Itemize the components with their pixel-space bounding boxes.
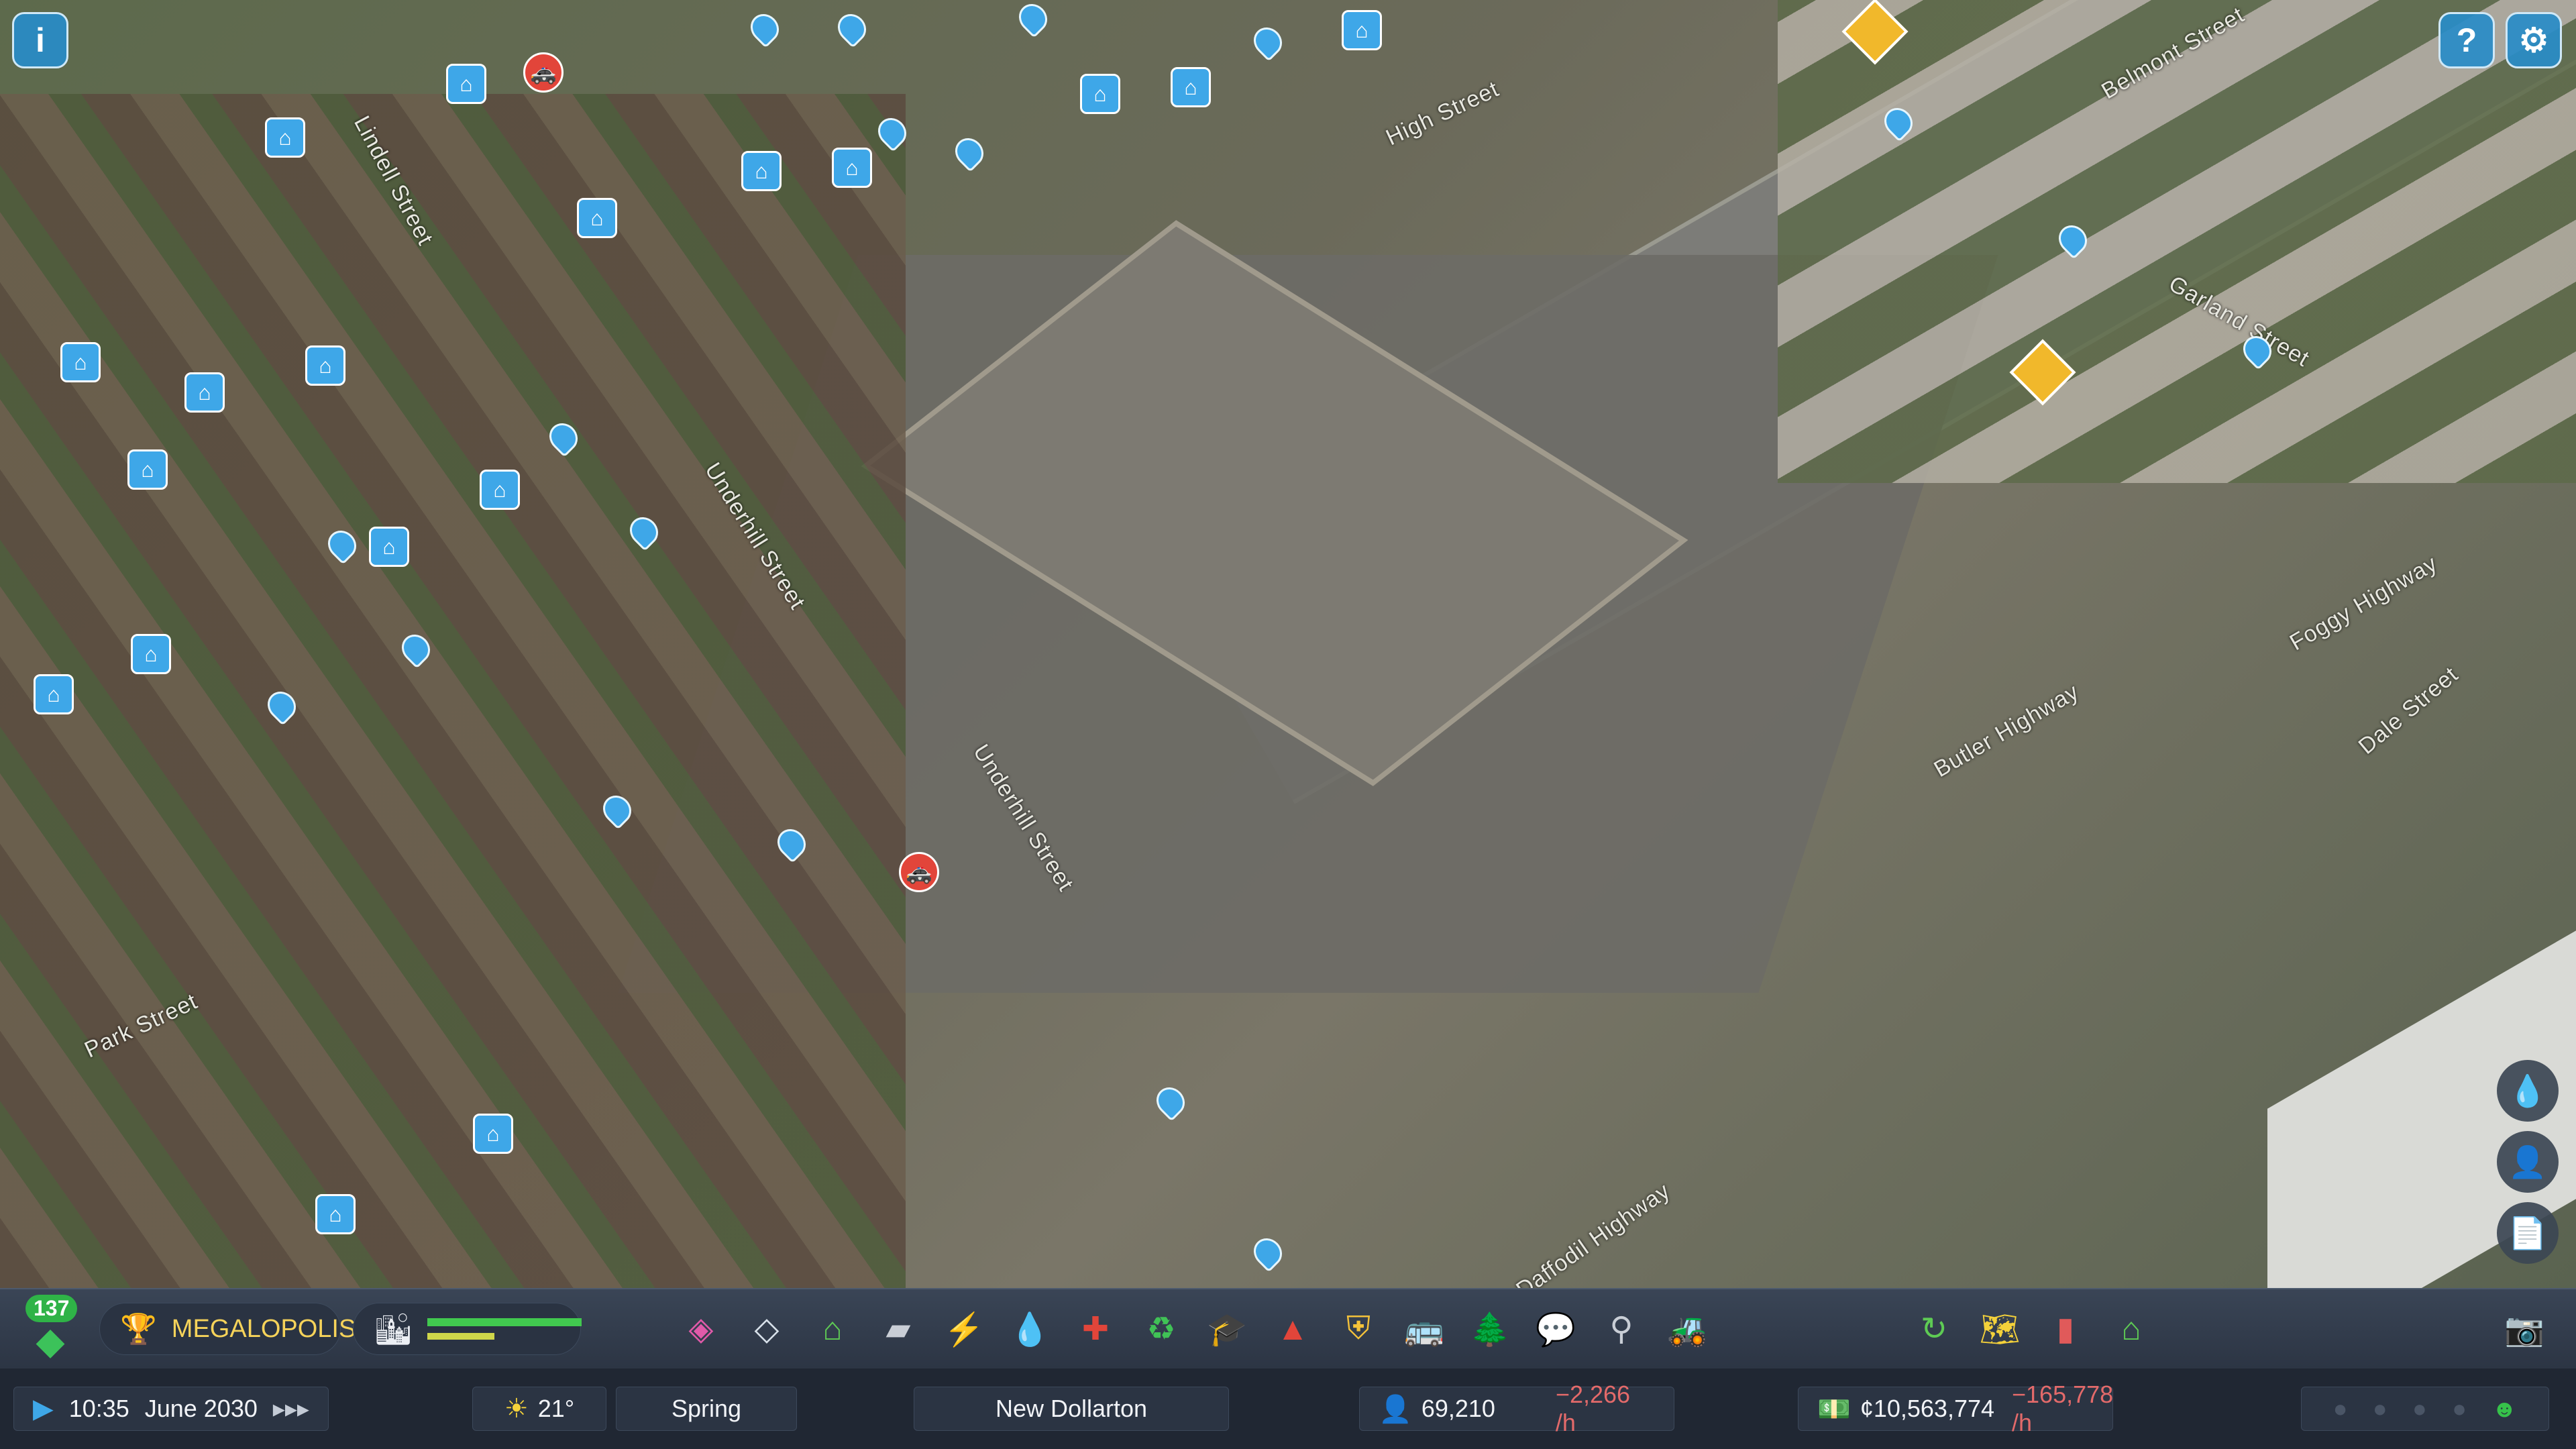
water-icon[interactable]: 💧	[1005, 1304, 1055, 1354]
sun-icon: ☀	[504, 1394, 529, 1424]
progression-arrow-icon: ◆	[36, 1320, 65, 1362]
main-toolbar: 137 ◆ 🏆 MEGALOPOLIS 🏙 ◈ ◇ ⌂ ▰ ⚡ 💧 ✚ ♻ 🎓 …	[0, 1288, 2576, 1368]
street-label: Butler Highway	[1929, 678, 2084, 783]
time-control[interactable]: ▶ 10:35 June 2030 ▸▸▸	[13, 1387, 329, 1431]
city-name: New Dollarton	[995, 1395, 1148, 1422]
house-notification-icon[interactable]: ⌂	[265, 117, 305, 158]
water-drop-icon[interactable]	[949, 132, 989, 172]
mood-icon: ●	[2332, 1395, 2348, 1422]
garbage-icon[interactable]: ♻	[1136, 1304, 1186, 1354]
camera-icon[interactable]: 📷	[2500, 1304, 2549, 1354]
money-delta: −165,778 /h	[2012, 1381, 2114, 1436]
street-label: Daffodil Highway	[1511, 1177, 1675, 1303]
season: Spring	[671, 1395, 742, 1422]
settings-gear-icon[interactable]: ⚙	[2506, 12, 2562, 68]
mood-icon: ●	[2452, 1395, 2467, 1422]
road-icon[interactable]: ▰	[873, 1304, 923, 1354]
house-notification-icon[interactable]: ⌂	[184, 372, 225, 413]
house-notification-icon[interactable]: ⌂	[473, 1114, 513, 1154]
speed-icon[interactable]: ▸▸▸	[273, 1395, 309, 1423]
progression-icon[interactable]: ↻	[1909, 1304, 1959, 1354]
population-delta: −2,266 /h	[1555, 1381, 1631, 1436]
street-label: High Street	[1382, 76, 1503, 151]
date: June 2030	[144, 1395, 258, 1422]
house-notification-icon[interactable]: ⌂	[577, 198, 617, 238]
zoning-icon[interactable]: ◈	[676, 1304, 726, 1354]
progress-bars	[427, 1318, 582, 1340]
milestone-level: 137	[25, 1295, 78, 1322]
water-drop-icon[interactable]: 💧	[2497, 1060, 2559, 1122]
water-drop-icon[interactable]	[1150, 1081, 1191, 1122]
house-notification-icon[interactable]: ⌂	[60, 342, 101, 382]
citizen-icon[interactable]: 👤	[2497, 1131, 2559, 1193]
healthcare-icon[interactable]: ✚	[1071, 1304, 1120, 1354]
police-icon[interactable]: ⛨	[1334, 1304, 1383, 1354]
happy-face-icon: ☻	[2491, 1395, 2518, 1422]
map-tiles-icon[interactable]: 🗺	[1975, 1304, 2025, 1354]
trophy-icon: 🏆	[120, 1313, 157, 1346]
milestone-title: MEGALOPOLIS	[171, 1314, 356, 1343]
population-value: 69,210	[1421, 1395, 1495, 1422]
statistics-icon[interactable]: ▮	[2041, 1304, 2090, 1354]
house-notification-icon[interactable]: ⌂	[369, 527, 409, 567]
house-notification-icon[interactable]: ⌂	[127, 449, 168, 490]
city-name-chip[interactable]: New Dollarton	[914, 1387, 1229, 1431]
education-icon[interactable]: 🎓	[1202, 1304, 1252, 1354]
clock: 10:35	[68, 1395, 129, 1422]
bulldozer-icon[interactable]: 🚜	[1662, 1304, 1712, 1354]
city-services-icon[interactable]: ⌂	[2106, 1304, 2156, 1354]
weather-chip[interactable]: ☀ 21°	[472, 1387, 606, 1431]
police-car-icon[interactable]: 🚓	[899, 852, 939, 892]
house-notification-icon[interactable]: ⌂	[315, 1194, 356, 1234]
parks-icon[interactable]: 🌲	[1465, 1304, 1515, 1354]
temperature: 21°	[537, 1395, 575, 1422]
house-notification-icon[interactable]: ⌂	[34, 674, 74, 714]
street-label: Foggy Highway	[2285, 550, 2443, 656]
fire-icon[interactable]: ▲	[1268, 1304, 1318, 1354]
mood-icon: ●	[2372, 1395, 2387, 1422]
street-label: Dale Street	[2353, 661, 2463, 759]
house-notification-icon[interactable]: ⌂	[305, 345, 345, 386]
landscaping-icon[interactable]: ⚲	[1597, 1304, 1646, 1354]
mood-icon: ●	[2412, 1395, 2427, 1422]
season-chip: Spring	[616, 1387, 797, 1431]
house-notification-icon[interactable]: ⌂	[480, 470, 520, 510]
building-icon[interactable]: ⌂	[808, 1304, 857, 1354]
city-viewport[interactable]: Lindell Street High Street Underhill Str…	[0, 0, 2576, 1377]
milestone-badge[interactable]: 137 ◆	[13, 1292, 87, 1366]
house-notification-icon[interactable]: ⌂	[741, 151, 782, 191]
person-icon: 👤	[1379, 1394, 1412, 1424]
help-button[interactable]: ?	[2438, 12, 2495, 68]
communications-icon[interactable]: 💬	[1531, 1304, 1580, 1354]
info-button[interactable]: i	[12, 12, 68, 68]
population-chip[interactable]: 👤 69,210 −2,266 /h	[1359, 1381, 1674, 1436]
milestone-chip[interactable]: 🏆 MEGALOPOLIS	[99, 1303, 356, 1355]
money-chip[interactable]: 💵 ¢10,563,774 −165,778 /h	[1798, 1381, 2113, 1436]
residential-district	[0, 94, 906, 1288]
city-skyline-icon: 🏙	[374, 1311, 413, 1346]
electricity-icon[interactable]: ⚡	[939, 1304, 989, 1354]
money-value: ¢10,563,774	[1860, 1395, 1995, 1422]
water-drop-icon[interactable]	[1248, 1232, 1288, 1273]
house-notification-icon[interactable]: ⌂	[131, 634, 171, 674]
play-icon[interactable]: ▶	[33, 1393, 54, 1424]
cash-icon: 💵	[1817, 1394, 1851, 1424]
area-icon[interactable]: ◇	[742, 1304, 792, 1354]
house-notification-icon[interactable]: ⌂	[832, 148, 872, 188]
transport-icon[interactable]: 🚌	[1399, 1304, 1449, 1354]
city-progress-chip[interactable]: 🏙	[353, 1303, 582, 1355]
notes-icon[interactable]: 📄	[2497, 1202, 2559, 1264]
happiness-chip[interactable]: ● ● ● ● ☻	[2301, 1387, 2549, 1431]
status-bar: ▶ 10:35 June 2030 ▸▸▸ ☀ 21° Spring New D…	[0, 1368, 2576, 1449]
